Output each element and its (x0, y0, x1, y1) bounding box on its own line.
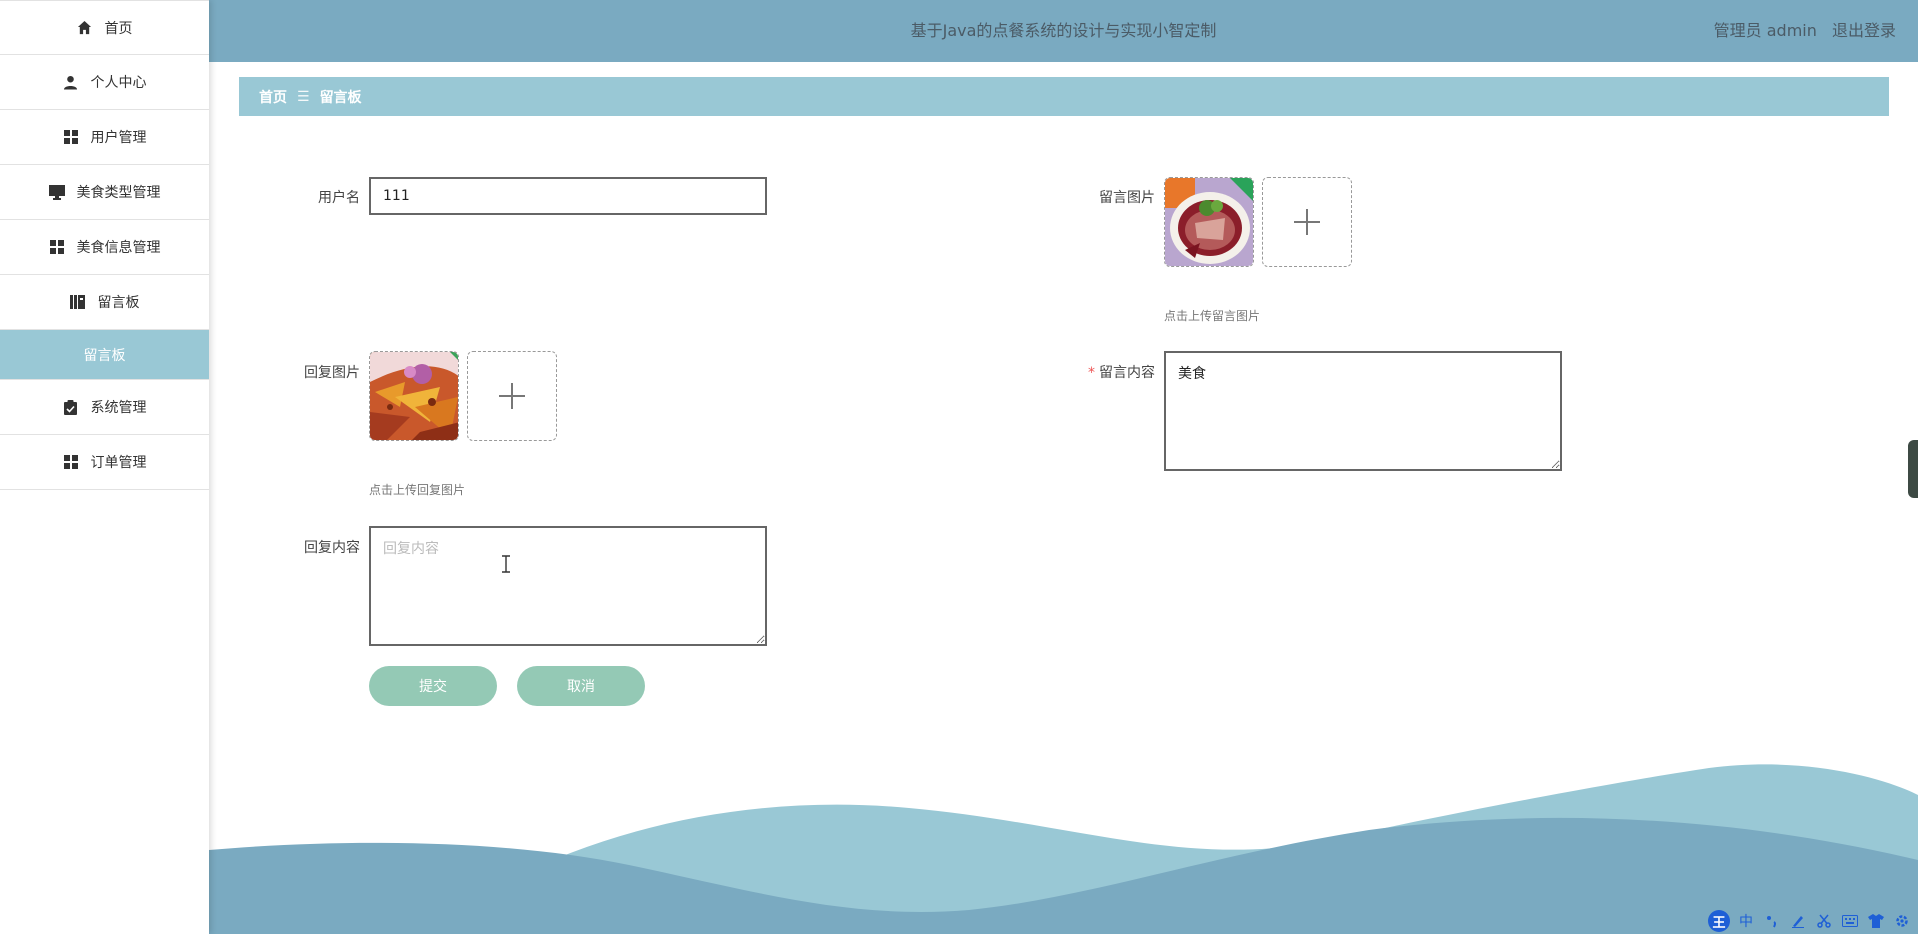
reply-content-textarea[interactable] (369, 526, 767, 646)
grid-icon (63, 454, 79, 470)
breadcrumb-separator: ☰ (297, 88, 310, 105)
sidebar-item-label: 系统管理 (90, 400, 147, 416)
ime-logo-icon[interactable]: 王 (1708, 910, 1730, 932)
text-cursor-icon (502, 555, 510, 573)
decorative-waves (209, 764, 1918, 934)
sidebar-item-profile[interactable]: 个人中心 (0, 55, 209, 110)
breadcrumb-current: 留言板 (319, 89, 362, 106)
monitor-icon (48, 184, 65, 200)
reply-content-label: 回复内容 (304, 540, 360, 556)
punctuation-icon[interactable] (1762, 911, 1782, 931)
pen-icon[interactable] (1788, 911, 1808, 931)
sidebar-item-label: 订单管理 (90, 455, 147, 471)
username-input[interactable] (369, 177, 767, 215)
top-header: 基于Java的点餐系统的设计与实现小智定制 管理员 admin 退出登录 (209, 0, 1918, 62)
keyboard-icon[interactable] (1840, 911, 1860, 931)
sidebar-item-system[interactable]: 系统管理 (0, 380, 209, 435)
reply-image-thumbnail[interactable] (369, 351, 459, 441)
message-image-label: 留言图片 (1099, 190, 1155, 206)
reply-image-upload-button[interactable] (467, 351, 557, 441)
sidebar-item-label: 首页 (104, 20, 133, 37)
submit-button[interactable]: 提交 (369, 666, 497, 706)
sidebar-item-label: 留言板 (97, 295, 140, 311)
sidebar-item-label: 美食信息管理 (76, 240, 161, 256)
scissors-icon[interactable] (1814, 911, 1834, 931)
cancel-button[interactable]: 取消 (517, 666, 645, 706)
reply-image-label: 回复图片 (304, 365, 360, 381)
book-icon (70, 294, 86, 310)
message-image-thumbnail[interactable] (1164, 177, 1254, 267)
message-content-label-text: 留言内容 (1099, 365, 1155, 381)
sidebar-item-message-board[interactable]: 留言板 (0, 275, 209, 330)
settings-gear-icon[interactable] (1892, 911, 1912, 931)
app-title: 基于Java的点餐系统的设计与实现小智定制 (910, 21, 1217, 40)
current-user: 管理员 admin (1713, 21, 1817, 40)
plus-icon (1294, 209, 1320, 235)
breadcrumb: 首页 ☰ 留言板 (239, 77, 1889, 116)
sidebar-item-food-types[interactable]: 美食类型管理 (0, 165, 209, 220)
sidebar-item-food-info[interactable]: 美食信息管理 (0, 220, 209, 275)
username-label: 用户名 (318, 190, 360, 206)
floating-handle[interactable] (1908, 440, 1918, 498)
message-image-upload-button[interactable] (1262, 177, 1352, 267)
sidebar-subitem-message-board[interactable]: 留言板 (0, 330, 209, 380)
logout-link[interactable]: 退出登录 (1832, 21, 1896, 40)
breadcrumb-home[interactable]: 首页 (259, 87, 287, 107)
sidebar-item-label: 用户管理 (90, 130, 147, 146)
ime-toolbar: 王 中 (1708, 910, 1912, 932)
sidebar-item-orders[interactable]: 订单管理 (0, 435, 209, 490)
clipboard-icon (63, 399, 79, 415)
sidebar-item-home[interactable]: 首页 (0, 0, 209, 55)
sidebar: 首页 个人中心 用户管理 美食类型管理 美食信息管理 留言板 留言板 系统管理 … (0, 0, 209, 934)
user-icon (63, 74, 79, 90)
user-area: 管理员 admin 退出登录 (1714, 0, 1896, 62)
message-image-hint: 点击上传留言图片 (1164, 309, 1261, 323)
sidebar-item-label: 留言板 (83, 347, 126, 364)
plus-icon (499, 383, 525, 409)
message-content-textarea[interactable]: 美食 (1164, 351, 1562, 471)
skin-shirt-icon[interactable] (1866, 911, 1886, 931)
sidebar-item-label: 美食类型管理 (76, 185, 161, 201)
message-content-label: * 留言内容 (1035, 362, 1155, 382)
reply-image-hint: 点击上传回复图片 (369, 483, 466, 497)
sidebar-item-label: 个人中心 (90, 75, 147, 91)
grid-icon (49, 239, 65, 255)
home-icon (77, 20, 93, 36)
required-mark: * (1088, 365, 1095, 381)
grid-icon (63, 129, 79, 145)
sidebar-item-users[interactable]: 用户管理 (0, 110, 209, 165)
ime-mode-toggle[interactable]: 中 (1736, 911, 1756, 931)
